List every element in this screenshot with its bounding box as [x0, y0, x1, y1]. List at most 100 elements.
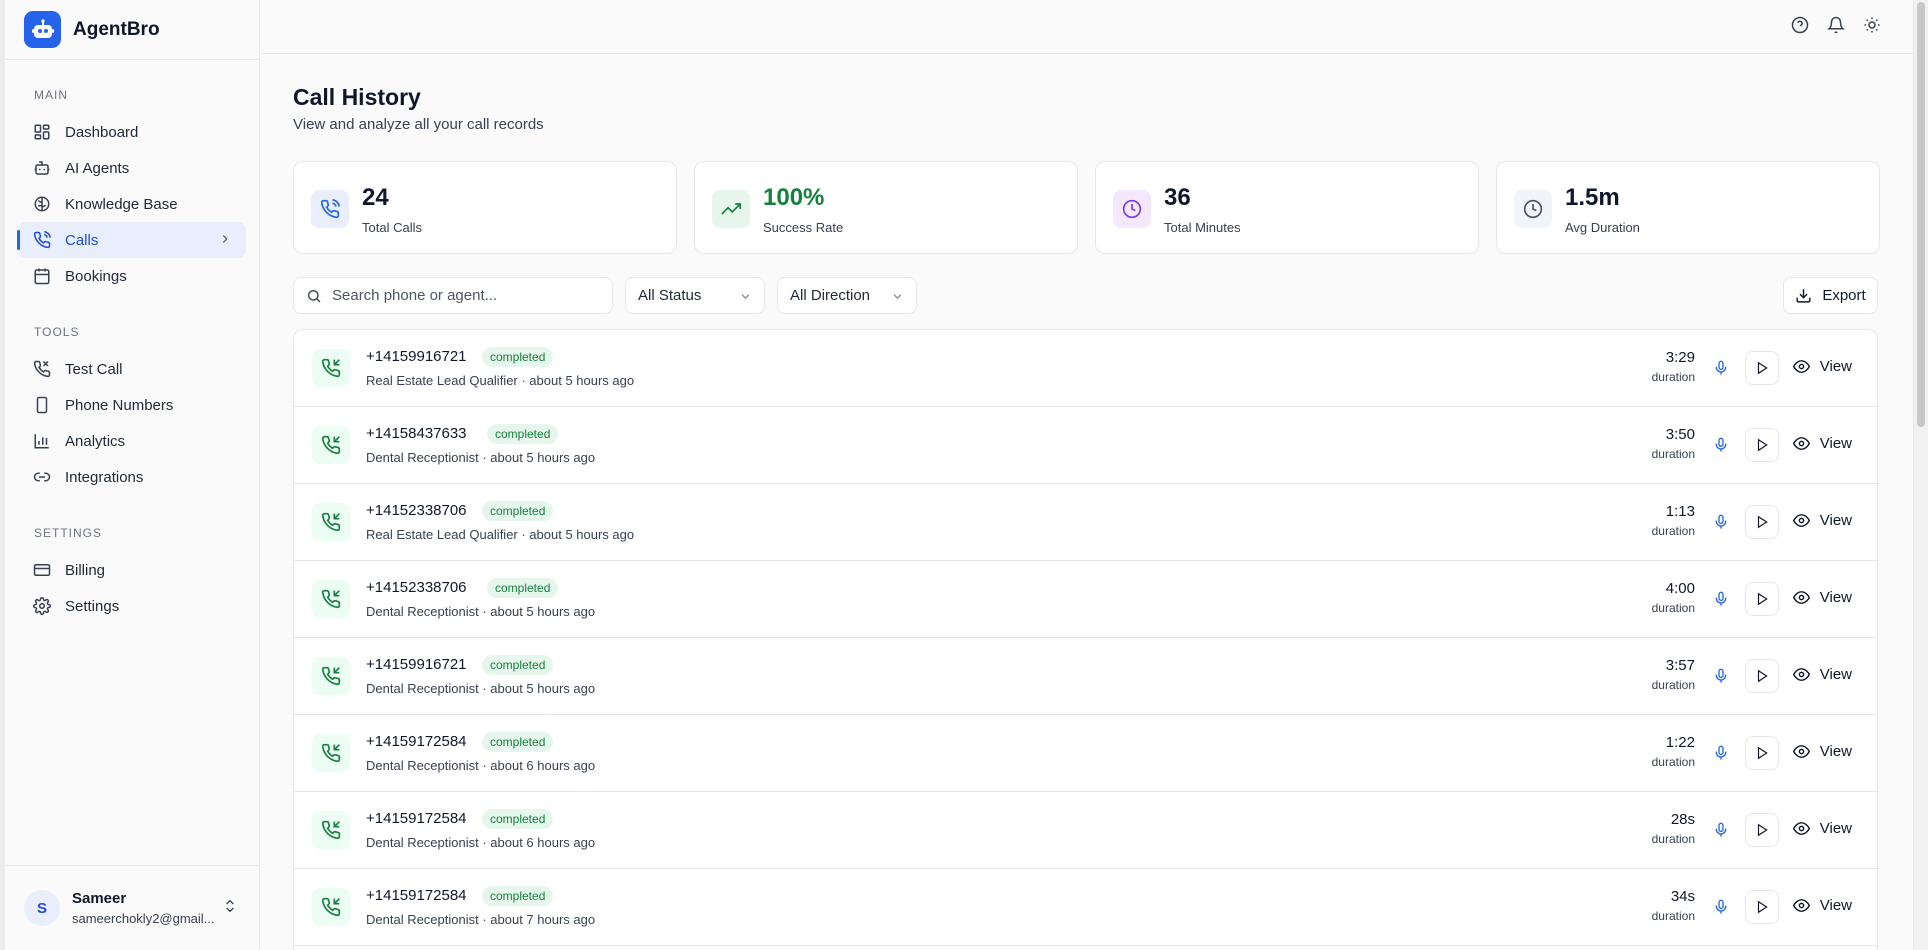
view-button[interactable]: View [1792, 897, 1852, 914]
sidebar-item-billing[interactable]: Billing [18, 552, 246, 588]
direction-select-value: All Direction [790, 287, 871, 304]
calendar-icon [34, 268, 50, 285]
robot-icon [34, 161, 50, 175]
section-label-main: MAIN [34, 88, 68, 102]
mic-icon[interactable] [1713, 591, 1729, 612]
view-button[interactable]: View [1792, 512, 1852, 529]
page-title: Call History [293, 84, 421, 110]
stat-label: Avg Duration [1565, 220, 1640, 235]
phone-incoming-icon [312, 503, 350, 541]
user-name: Sameer [72, 890, 127, 907]
sidebar-item-calls[interactable]: Calls [17, 222, 246, 258]
sidebar-item-integrations[interactable]: Integrations [18, 459, 246, 495]
search-input[interactable] [332, 287, 592, 304]
play-button[interactable] [1745, 428, 1779, 462]
sidebar-item-analytics[interactable]: Analytics [18, 423, 246, 459]
play-button[interactable] [1745, 659, 1779, 693]
play-button[interactable] [1745, 351, 1779, 385]
scrollbar[interactable] [1913, 0, 1928, 950]
stat-label: Total Minutes [1164, 220, 1241, 235]
mic-icon[interactable] [1713, 822, 1729, 843]
call-row[interactable]: +14152338706 completed Real Estate Lead Qu… [294, 484, 1877, 561]
duration-label: duration [1651, 755, 1695, 769]
credit-card-icon [33, 564, 51, 576]
duration-value: 34s [1670, 888, 1695, 905]
sidebar-item-label: Bookings [65, 267, 127, 285]
phone-icon [311, 190, 349, 228]
view-button[interactable]: View [1792, 820, 1852, 837]
user-menu[interactable]: S Sameer sameerchokly2@gmail... [5, 865, 260, 950]
play-button[interactable] [1745, 505, 1779, 539]
view-label: View [1819, 820, 1852, 837]
status-select[interactable]: All Status [625, 277, 765, 314]
view-button[interactable]: View [1792, 666, 1852, 683]
play-button[interactable] [1745, 582, 1779, 616]
call-row[interactable]: +14159172584 completed Dental Receptionist… [294, 869, 1877, 946]
view-button[interactable]: View [1792, 589, 1852, 606]
chevron-right-icon [222, 235, 228, 243]
robot-logo-icon [24, 11, 61, 48]
mic-icon[interactable] [1713, 745, 1729, 766]
page-subtitle: View and analyze all your call records [293, 116, 544, 133]
view-button[interactable]: View [1792, 358, 1852, 375]
stat-label: Success Rate [763, 220, 844, 235]
sidebar-item-knowledge-base[interactable]: Knowledge Base [18, 186, 246, 222]
scrollbar-thumb[interactable] [1917, 2, 1925, 427]
call-row[interactable]: +14159916721 completed Dental Receptionist… [294, 638, 1877, 715]
sun-icon[interactable] [1863, 16, 1881, 34]
phone-incoming-icon [312, 349, 350, 387]
play-button[interactable] [1745, 890, 1779, 924]
call-duration: 3:57 duration [1652, 657, 1695, 692]
play-icon [1757, 361, 1768, 375]
eye-icon [1792, 822, 1810, 835]
sidebar-item-bookings[interactable]: Bookings [18, 258, 246, 294]
call-row[interactable]: +14159916721 completed Real Estate Lead Qu… [294, 330, 1877, 407]
phone-incoming-icon [312, 811, 350, 849]
mic-icon[interactable] [1713, 668, 1729, 689]
view-label: View [1819, 897, 1852, 914]
view-button[interactable]: View [1792, 743, 1852, 760]
play-icon [1757, 900, 1768, 914]
call-row[interactable]: +14152338706 completed Dental Receptionist… [294, 561, 1877, 638]
sidebar-item-label: Calls [65, 231, 99, 249]
sidebar-item-phone-numbers[interactable]: Phone Numbers [18, 387, 246, 423]
play-button[interactable] [1745, 813, 1779, 847]
sidebar-item-settings[interactable]: Settings [18, 588, 246, 624]
eye-icon [1792, 591, 1810, 604]
view-button[interactable]: View [1792, 435, 1852, 452]
bell-icon[interactable] [1827, 16, 1845, 34]
sidebar-item-dashboard[interactable]: Dashboard [18, 114, 246, 150]
call-duration: 28s duration [1652, 811, 1695, 846]
call-row[interactable]: +14158437633 completed Dental Receptionist… [294, 407, 1877, 484]
sidebar-item-label: Knowledge Base [65, 195, 178, 213]
chevron-down-icon [893, 294, 902, 299]
mic-icon[interactable] [1713, 899, 1729, 920]
view-label: View [1819, 512, 1852, 529]
sidebar-item-label: Billing [65, 561, 106, 579]
call-meta: Dental Receptionist · about 5 hours ago [366, 450, 596, 465]
play-button[interactable] [1745, 736, 1779, 770]
sidebar: AgentBro MAIN Dashboard AI Agents Knowle… [5, 0, 260, 950]
call-meta: Real Estate Lead Qualifier · about 5 hou… [366, 373, 635, 388]
sidebar-item-test-call[interactable]: Test Call [18, 351, 246, 387]
call-row[interactable]: +14159172584 completed Dental Receptionist… [294, 715, 1877, 792]
section-label-settings: SETTINGS [34, 526, 103, 540]
search-box[interactable] [293, 277, 613, 314]
mic-icon[interactable] [1713, 437, 1729, 458]
section-label-tools: TOOLS [34, 325, 80, 339]
sidebar-item-label: Settings [65, 597, 120, 615]
phone-incoming-icon [312, 888, 350, 926]
chevrons-up-down-icon[interactable] [222, 898, 238, 914]
sidebar-item-label: Dashboard [65, 123, 139, 141]
call-phone-number: +14152338706 [366, 502, 467, 519]
help-icon[interactable] [1791, 16, 1809, 34]
call-row[interactable]: +14159172584 completed Dental Receptionist… [294, 792, 1877, 869]
mic-icon[interactable] [1713, 514, 1729, 535]
phone-incoming-icon [312, 580, 350, 618]
sidebar-item-ai-agents[interactable]: AI Agents [18, 150, 246, 186]
direction-select[interactable]: All Direction [777, 277, 917, 314]
export-button[interactable]: Export [1783, 277, 1878, 314]
smartphone-icon [36, 396, 48, 414]
user-email: sameerchokly2@gmail... [72, 911, 215, 926]
mic-icon[interactable] [1713, 360, 1729, 381]
